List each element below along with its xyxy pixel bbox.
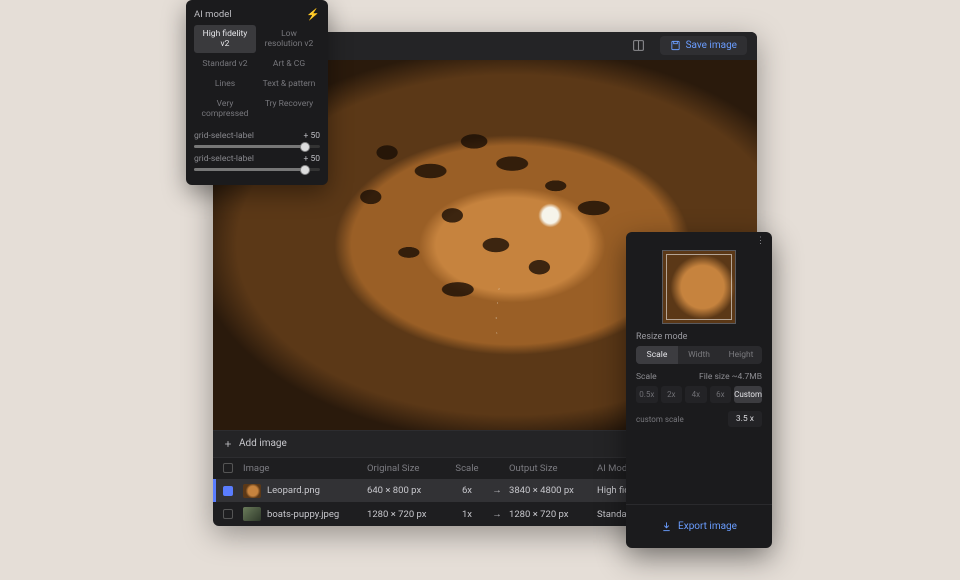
model-option[interactable]: Art & CG <box>258 55 320 73</box>
scale-label: Scale <box>636 372 657 382</box>
row-output: 1280 × 720 px <box>509 509 593 520</box>
save-image-label: Save image <box>686 40 737 51</box>
custom-scale-input[interactable]: 3.5 x <box>728 411 762 427</box>
scale-option[interactable]: 2x <box>661 386 683 403</box>
row-original: 1280 × 720 px <box>367 509 445 520</box>
slider-label: grid-select-label <box>194 154 254 164</box>
slider[interactable] <box>194 145 320 148</box>
row-scale: 6x <box>449 485 485 496</box>
resize-mode-segment: Scale Width Height <box>636 346 762 364</box>
model-option[interactable]: Standard v2 <box>194 55 256 73</box>
model-option[interactable]: Very compressed <box>194 95 256 123</box>
more-icon[interactable]: ⋮ <box>756 236 766 246</box>
col-original: Original Size <box>367 463 445 474</box>
row-filename: boats-puppy.jpeg <box>267 509 339 520</box>
mode-width[interactable]: Width <box>678 346 720 364</box>
arrow-right-icon: → <box>489 509 505 520</box>
mode-scale[interactable]: Scale <box>636 346 678 364</box>
row-thumbnail <box>243 484 261 498</box>
scale-option[interactable]: 4x <box>685 386 707 403</box>
scale-option-custom[interactable]: Custom <box>734 386 762 403</box>
mode-height[interactable]: Height <box>720 346 762 364</box>
bolt-icon: ⚡ <box>306 8 320 21</box>
export-image-button[interactable]: Export image <box>636 515 762 538</box>
model-option[interactable]: Lines <box>194 75 256 93</box>
slider-value: 50 <box>310 131 320 141</box>
col-scale: Scale <box>449 463 485 474</box>
select-all-checkbox[interactable] <box>223 463 233 473</box>
model-option[interactable]: Try Recovery <box>258 95 320 123</box>
row-filename: Leopard.png <box>267 485 320 496</box>
scale-option[interactable]: 6x <box>710 386 732 403</box>
preview-thumbnail[interactable] <box>662 250 736 324</box>
export-image-label: Export image <box>678 521 737 532</box>
row-checkbox[interactable] <box>223 509 233 519</box>
slider-value: 50 <box>310 154 320 164</box>
add-image-label: Add image <box>239 438 287 449</box>
filesize-label: File size ~4.7MB <box>699 372 762 382</box>
arrow-right-icon: → <box>489 485 505 496</box>
row-checkbox[interactable] <box>223 486 233 496</box>
slider[interactable] <box>194 168 320 171</box>
resize-panel: ⋮ Resize mode Scale Width Height Scale F… <box>626 232 772 548</box>
row-output: 3840 × 4800 px <box>509 485 593 496</box>
save-image-button[interactable]: Save image <box>660 36 747 55</box>
model-option[interactable]: Text & pattern <box>258 75 320 93</box>
slider-label: grid-select-label <box>194 131 254 141</box>
model-option[interactable]: High fidelity v2 <box>194 25 256 53</box>
scale-option[interactable]: 0.5x <box>636 386 658 403</box>
row-thumbnail <box>243 507 261 521</box>
row-scale: 1x <box>449 509 485 520</box>
custom-scale-label: custom scale <box>636 415 684 424</box>
add-image-button[interactable]: Add image <box>223 438 287 449</box>
panel-title: AI model <box>194 9 232 20</box>
row-original: 640 × 800 px <box>367 485 445 496</box>
ai-model-panel: AI model ⚡ High fidelity v2 Low resoluti… <box>186 0 328 185</box>
resize-mode-label: Resize mode <box>626 332 772 346</box>
model-option[interactable]: Low resolution v2 <box>258 25 320 53</box>
col-output: Output Size <box>509 463 593 474</box>
col-image: Image <box>243 463 363 474</box>
compare-icon[interactable] <box>628 35 650 57</box>
